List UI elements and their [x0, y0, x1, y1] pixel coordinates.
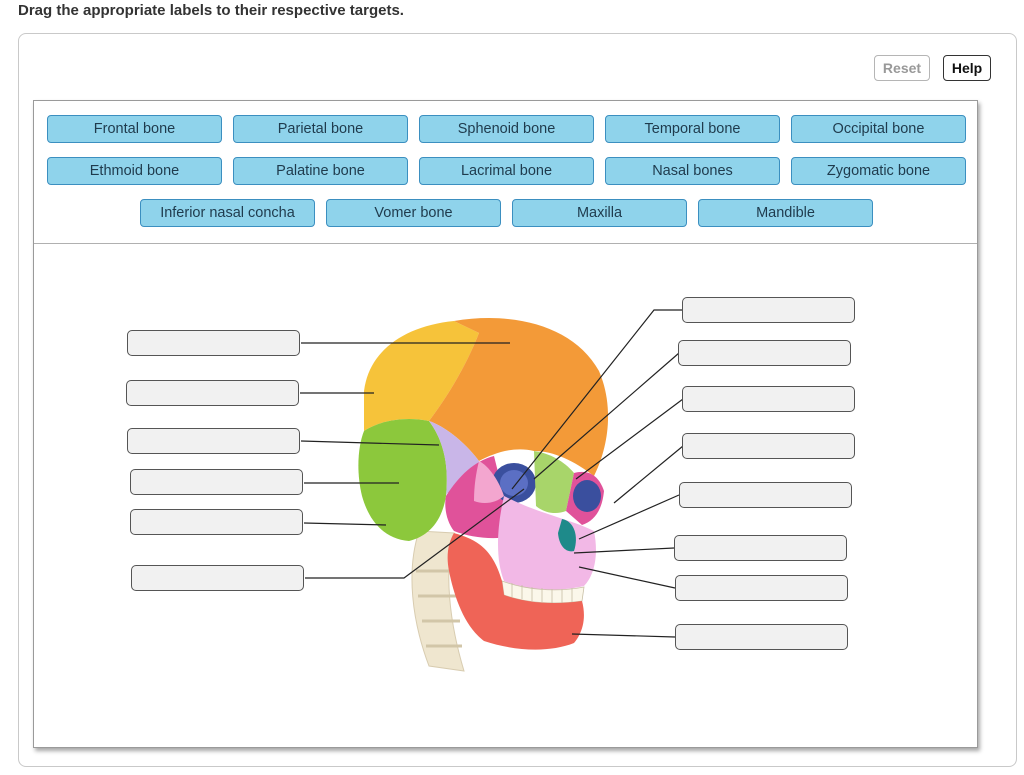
drop-target-left-2[interactable] — [126, 380, 299, 406]
reset-button[interactable]: Reset — [874, 55, 930, 81]
drop-target-left-3[interactable] — [127, 428, 300, 454]
drop-target-left-6[interactable] — [131, 565, 304, 591]
drop-target-left-4[interactable] — [130, 469, 303, 495]
skull-diagram — [300, 309, 684, 672]
labeling-panel: Frontal bone Parietal bone Sphenoid bone… — [33, 100, 978, 748]
drop-target-right-7[interactable] — [675, 575, 848, 601]
drop-target-left-1[interactable] — [127, 330, 300, 356]
drop-target-right-5[interactable] — [679, 482, 852, 508]
drop-target-right-3[interactable] — [682, 386, 855, 412]
drop-target-right-2[interactable] — [678, 340, 851, 366]
instruction-text: Drag the appropriate labels to their res… — [18, 2, 404, 19]
drop-target-right-6[interactable] — [674, 535, 847, 561]
help-button[interactable]: Help — [943, 55, 991, 81]
drop-target-right-1[interactable] — [682, 297, 855, 323]
drop-target-right-8[interactable] — [675, 624, 848, 650]
drop-target-right-4[interactable] — [682, 433, 855, 459]
drop-target-left-5[interactable] — [130, 509, 303, 535]
